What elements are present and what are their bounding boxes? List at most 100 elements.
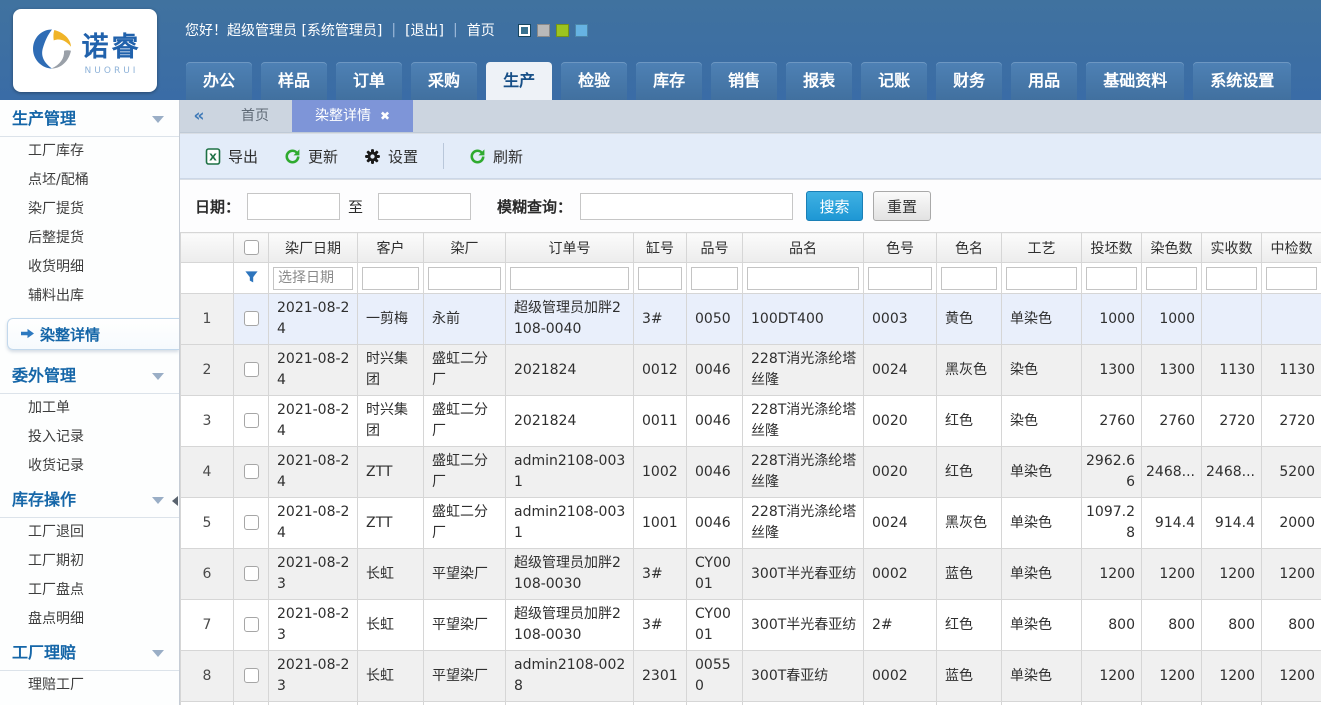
nav-tab-订单[interactable]: 订单 (336, 62, 402, 100)
table-row[interactable]: 72021-08-23长虹平望染厂超级管理员加胖2108-00303#CY000… (181, 600, 1321, 651)
row-checkbox[interactable] (244, 617, 259, 632)
table-row[interactable]: 92021-08-23长虹平望染厂admin2108-0028230000550… (181, 702, 1321, 705)
sidebar-item-工厂盘点[interactable]: 工厂盘点 (0, 576, 179, 605)
reset-button[interactable]: 重置 (873, 191, 931, 221)
sidebar-item-点坯/配桶[interactable]: 点坯/配桶 (0, 166, 179, 195)
column-header-投坯数[interactable]: 投坯数 (1082, 233, 1142, 263)
column-header-实收数[interactable]: 实收数 (1202, 233, 1262, 263)
column-header-品号[interactable]: 品号 (687, 233, 743, 263)
select-all-checkbox[interactable] (244, 240, 259, 255)
column-filter-订单号[interactable] (510, 267, 629, 290)
date-from-input[interactable] (247, 193, 340, 220)
date-to-input[interactable] (378, 193, 471, 220)
column-filter-中检数[interactable] (1266, 267, 1317, 290)
table-row[interactable]: 12021-08-24一剪梅永前超级管理员加胖2108-00403#005010… (181, 294, 1321, 345)
nav-tab-记账[interactable]: 记账 (861, 62, 927, 100)
nav-tab-生产[interactable]: 生产 (486, 62, 552, 100)
table-row[interactable]: 52021-08-24ZTT盛虹二分厂admin2108-00311001004… (181, 498, 1321, 549)
column-filter-投坯数[interactable] (1086, 267, 1137, 290)
column-filter-染厂日期[interactable] (273, 267, 353, 290)
sidebar-item-后整提货[interactable]: 后整提货 (0, 224, 179, 253)
sidebar-item-辅料出库[interactable]: 辅料出库 (0, 282, 179, 311)
theme-gray-swatch[interactable] (537, 24, 550, 37)
row-checkbox[interactable] (244, 668, 259, 683)
close-icon[interactable]: ✖ (380, 110, 390, 122)
column-header-染厂日期[interactable]: 染厂日期 (269, 233, 358, 263)
nav-tab-销售[interactable]: 销售 (711, 62, 777, 100)
filter-funnel-icon[interactable] (244, 269, 259, 284)
tab-scroll-left-icon[interactable]: « (180, 100, 218, 132)
nav-tab-报表[interactable]: 报表 (786, 62, 852, 100)
column-filter-客户[interactable] (362, 267, 419, 290)
sidebar-item-工厂退回[interactable]: 工厂退回 (0, 518, 179, 547)
sidebar-section-工厂理赔[interactable]: 工厂理赔 (0, 634, 179, 671)
column-header-中检数[interactable]: 中检数 (1262, 233, 1321, 263)
row-checkbox[interactable] (244, 515, 259, 530)
theme-light-blue-swatch[interactable] (575, 24, 588, 37)
nav-tab-办公[interactable]: 办公 (186, 62, 252, 100)
column-filter-染厂[interactable] (428, 267, 501, 290)
column-header-色号[interactable]: 色号 (864, 233, 937, 263)
nav-tab-样品[interactable]: 样品 (261, 62, 327, 100)
sidebar-item-收货记录[interactable]: 收货记录 (0, 452, 179, 481)
column-filter-品号[interactable] (691, 267, 738, 290)
column-filter-实收数[interactable] (1206, 267, 1257, 290)
column-filter-品名[interactable] (747, 267, 859, 290)
nav-tab-采购[interactable]: 采购 (411, 62, 477, 100)
row-checkbox[interactable] (244, 464, 259, 479)
row-checkbox[interactable] (244, 311, 259, 326)
column-header-色名[interactable]: 色名 (937, 233, 1002, 263)
sidebar-item-理赔工厂[interactable]: 理赔工厂 (0, 671, 179, 700)
column-filter-染色数[interactable] (1146, 267, 1197, 290)
刷新-button[interactable]: 刷新 (459, 140, 533, 173)
column-header-品名[interactable]: 品名 (743, 233, 864, 263)
column-header-订单号[interactable]: 订单号 (506, 233, 634, 263)
row-checkbox[interactable] (244, 413, 259, 428)
theme-steel-blue-swatch[interactable] (518, 24, 531, 37)
column-filter-缸号[interactable] (638, 267, 682, 290)
sidebar-section-库存操作[interactable]: 库存操作 (0, 481, 179, 518)
sidebar-item-收货明细[interactable]: 收货明细 (0, 253, 179, 282)
nav-tab-财务[interactable]: 财务 (936, 62, 1002, 100)
table-row[interactable]: 32021-08-24时兴集团盛虹二分厂202182400110046228T消… (181, 396, 1321, 447)
table-row[interactable]: 22021-08-24时兴集团盛虹二分厂202182400120046228T消… (181, 345, 1321, 396)
fuzzy-query-input[interactable] (580, 193, 793, 220)
column-filter-色号[interactable] (868, 267, 932, 290)
row-checkbox[interactable] (244, 566, 259, 581)
sidebar-item-盘点明细[interactable]: 盘点明细 (0, 605, 179, 634)
column-filter-工艺[interactable] (1006, 267, 1077, 290)
theme-green-swatch[interactable] (556, 24, 569, 37)
logout-link[interactable]: [退出] (405, 20, 444, 40)
row-checkbox[interactable] (244, 362, 259, 377)
page-tab-首页[interactable]: 首页 (218, 100, 292, 132)
column-header-缸号[interactable]: 缸号 (634, 233, 687, 263)
table-row[interactable]: 82021-08-23长虹平望染厂admin2108-0028230100550… (181, 651, 1321, 702)
column-header-染厂[interactable]: 染厂 (424, 233, 506, 263)
sidebar-item-染整详情[interactable]: 染整详情 (7, 318, 179, 350)
导出-button[interactable]: X导出 (194, 140, 268, 173)
home-link[interactable]: 首页 (467, 20, 495, 40)
nav-tab-基础资料[interactable]: 基础资料 (1086, 62, 1184, 100)
sidebar-section-委外管理[interactable]: 委外管理 (0, 357, 179, 394)
nav-tab-系统设置[interactable]: 系统设置 (1193, 62, 1291, 100)
search-button[interactable]: 搜索 (806, 191, 863, 221)
column-header-染色数[interactable]: 染色数 (1142, 233, 1202, 263)
sidebar-item-加工单[interactable]: 加工单 (0, 394, 179, 423)
设置-button[interactable]: 设置 (354, 140, 428, 173)
sidebar-item-工厂期初[interactable]: 工厂期初 (0, 547, 179, 576)
sidebar-item-工厂库存[interactable]: 工厂库存 (0, 137, 179, 166)
nav-tab-用品[interactable]: 用品 (1011, 62, 1077, 100)
column-filter-色名[interactable] (941, 267, 997, 290)
column-header-客户[interactable]: 客户 (358, 233, 424, 263)
nav-tab-库存[interactable]: 库存 (636, 62, 702, 100)
sidebar-item-投入记录[interactable]: 投入记录 (0, 423, 179, 452)
sidebar-collapse-handle[interactable] (172, 496, 178, 506)
column-header-工艺[interactable]: 工艺 (1002, 233, 1082, 263)
table-row[interactable]: 42021-08-24ZTT盛虹二分厂admin2108-00311002004… (181, 447, 1321, 498)
page-tab-染整详情[interactable]: 染整详情✖ (292, 100, 413, 132)
table-row[interactable]: 62021-08-23长虹平望染厂超级管理员加胖2108-00303#CY000… (181, 549, 1321, 600)
sidebar-section-生产管理[interactable]: 生产管理 (0, 100, 179, 137)
nav-tab-检验[interactable]: 检验 (561, 62, 627, 100)
sidebar-item-染厂提货[interactable]: 染厂提货 (0, 195, 179, 224)
更新-button[interactable]: 更新 (274, 140, 348, 173)
